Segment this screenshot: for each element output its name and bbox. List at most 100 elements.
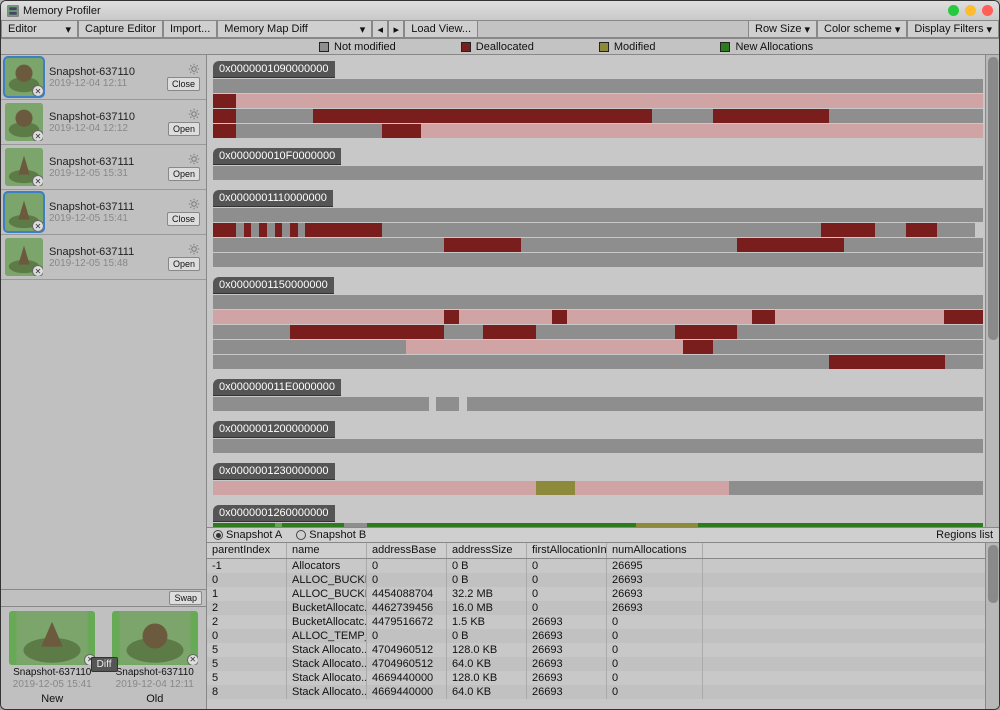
gear-icon[interactable] bbox=[188, 243, 200, 255]
allocation-row[interactable] bbox=[213, 109, 983, 123]
remove-icon[interactable]: ✕ bbox=[187, 654, 198, 665]
allocation-segment[interactable] bbox=[683, 340, 714, 354]
table-row[interactable]: 0ALLOC_TEMP_..00 B266930 bbox=[207, 629, 999, 643]
column-header[interactable]: name bbox=[287, 543, 367, 558]
table-row[interactable]: 0ALLOC_BUCKET00 B026693 bbox=[207, 573, 999, 587]
allocation-segment[interactable] bbox=[213, 223, 236, 237]
table-row[interactable]: 1ALLOC_BUCKE..445408870432.2 MB026693 bbox=[207, 587, 999, 601]
allocation-segment[interactable] bbox=[213, 523, 275, 527]
remove-snapshot-icon[interactable]: ✕ bbox=[32, 265, 43, 276]
allocation-segment[interactable] bbox=[213, 166, 983, 180]
allocation-segment[interactable] bbox=[875, 223, 906, 237]
allocation-segment[interactable] bbox=[275, 523, 283, 527]
gear-icon[interactable] bbox=[188, 63, 200, 75]
allocation-segment[interactable] bbox=[213, 295, 983, 309]
allocation-segment[interactable] bbox=[821, 223, 875, 237]
snapshot-action-button[interactable]: Open bbox=[168, 167, 200, 181]
table-row[interactable]: 5Stack Allocato..4704960512128.0 KB26693… bbox=[207, 643, 999, 657]
memory-region[interactable]: 0x000000010F0000000 bbox=[213, 148, 983, 180]
allocation-segment[interactable] bbox=[552, 310, 567, 324]
allocation-segment[interactable] bbox=[251, 223, 259, 237]
allocation-segment[interactable] bbox=[213, 481, 536, 495]
regions-list-label[interactable]: Regions list bbox=[936, 529, 993, 541]
allocation-row[interactable] bbox=[213, 340, 983, 354]
compare-slot-new[interactable]: ✕ Snapshot-637110 2019-12-05 15:41 New D… bbox=[1, 607, 104, 709]
allocation-segment[interactable] bbox=[213, 439, 983, 453]
compare-slot-old[interactable]: ✕ Snapshot-637110 2019-12-04 12:11 Old bbox=[104, 607, 207, 709]
table-row[interactable]: 8Stack Allocato..466944000064.0 KB266930 bbox=[207, 685, 999, 699]
snapshot-action-button[interactable]: Close bbox=[167, 77, 200, 91]
table-row[interactable]: -1Allocators00 B026695 bbox=[207, 559, 999, 573]
allocation-segment[interactable] bbox=[282, 223, 290, 237]
allocation-segment[interactable] bbox=[844, 238, 983, 252]
memory-region[interactable]: 0x000000011E0000000 bbox=[213, 379, 983, 411]
table-row[interactable]: 5Stack Allocato..4669440000128.0 KB26693… bbox=[207, 671, 999, 685]
allocation-segment[interactable] bbox=[483, 325, 537, 339]
allocation-segment[interactable] bbox=[752, 310, 775, 324]
allocation-segment[interactable] bbox=[829, 109, 983, 123]
close-icon[interactable] bbox=[982, 5, 993, 16]
table-row[interactable]: 2BucketAllocatc..446273945616.0 MB026693 bbox=[207, 601, 999, 615]
allocation-segment[interactable] bbox=[213, 109, 236, 123]
allocation-segment[interactable] bbox=[275, 223, 283, 237]
allocation-segment[interactable] bbox=[213, 208, 983, 222]
allocation-segment[interactable] bbox=[444, 310, 459, 324]
allocation-segment[interactable] bbox=[213, 325, 290, 339]
snapshot-item[interactable]: ✕ Snapshot-6371102019-12-04 12:11 Close bbox=[1, 55, 206, 100]
table-header[interactable]: parentIndexnameaddressBaseaddressSizefir… bbox=[207, 543, 999, 559]
gear-icon[interactable] bbox=[188, 108, 200, 120]
allocation-segment[interactable] bbox=[713, 340, 983, 354]
snapshot-item[interactable]: ✕ Snapshot-6371102019-12-04 12:12 Open bbox=[1, 100, 206, 145]
allocation-segment[interactable] bbox=[244, 223, 252, 237]
allocation-row[interactable] bbox=[213, 253, 983, 267]
memory-region[interactable]: 0x0000001090000000 bbox=[213, 61, 983, 138]
minimize-icon[interactable] bbox=[965, 5, 976, 16]
maximize-icon[interactable] bbox=[948, 5, 959, 16]
allocation-row[interactable] bbox=[213, 325, 983, 339]
allocation-segment[interactable] bbox=[829, 355, 945, 369]
allocation-segment[interactable] bbox=[213, 238, 444, 252]
colorscheme-dropdown[interactable]: Color scheme ▾ bbox=[817, 21, 907, 38]
allocation-segment[interactable] bbox=[652, 109, 714, 123]
allocation-row[interactable] bbox=[213, 208, 983, 222]
allocation-segment[interactable] bbox=[382, 223, 821, 237]
snapshot-item[interactable]: ✕ Snapshot-6371112019-12-05 15:41 Close bbox=[1, 190, 206, 235]
memory-region[interactable]: 0x0000001110000000 bbox=[213, 190, 983, 267]
radio-snapshot-a[interactable]: Snapshot A bbox=[213, 529, 282, 541]
allocation-segment[interactable] bbox=[567, 310, 752, 324]
displayfilters-dropdown[interactable]: Display Filters ▾ bbox=[907, 21, 999, 38]
snapshot-action-button[interactable]: Open bbox=[168, 122, 200, 136]
allocation-segment[interactable] bbox=[344, 523, 367, 527]
allocation-segment[interactable] bbox=[521, 238, 737, 252]
allocation-segment[interactable] bbox=[213, 94, 236, 108]
allocation-row[interactable] bbox=[213, 166, 983, 180]
allocation-segment[interactable] bbox=[575, 481, 729, 495]
gear-icon[interactable] bbox=[188, 198, 200, 210]
allocation-row[interactable] bbox=[213, 238, 983, 252]
table-body[interactable]: -1Allocators00 B0266950ALLOC_BUCKET00 B0… bbox=[207, 559, 999, 709]
snapshot-item[interactable]: ✕ Snapshot-6371112019-12-05 15:48 Open bbox=[1, 235, 206, 280]
allocation-segment[interactable] bbox=[698, 523, 983, 527]
table-scrollbar[interactable] bbox=[985, 543, 999, 709]
allocation-segment[interactable] bbox=[375, 124, 383, 138]
snapshot-action-button[interactable]: Open bbox=[168, 257, 200, 271]
memory-region[interactable]: 0x0000001230000000 bbox=[213, 463, 983, 495]
column-header[interactable]: addressBase bbox=[367, 543, 447, 558]
allocation-segment[interactable] bbox=[421, 124, 983, 138]
allocation-segment[interactable] bbox=[675, 325, 737, 339]
allocation-segment[interactable] bbox=[467, 397, 983, 411]
allocation-segment[interactable] bbox=[536, 481, 575, 495]
allocation-row[interactable] bbox=[213, 94, 983, 108]
allocation-segment[interactable] bbox=[436, 397, 459, 411]
allocation-row[interactable] bbox=[213, 79, 983, 93]
allocation-segment[interactable] bbox=[290, 325, 444, 339]
allocation-segment[interactable] bbox=[236, 124, 375, 138]
diff-button[interactable]: Diff bbox=[91, 657, 118, 672]
import-button[interactable]: Import... bbox=[163, 21, 217, 38]
allocation-segment[interactable] bbox=[406, 340, 683, 354]
column-header[interactable]: numAllocations bbox=[607, 543, 703, 558]
allocation-segment[interactable] bbox=[213, 355, 829, 369]
allocation-row[interactable] bbox=[213, 481, 983, 495]
swap-button[interactable]: Swap bbox=[169, 591, 202, 605]
prev-button[interactable]: ◂ bbox=[372, 21, 388, 38]
